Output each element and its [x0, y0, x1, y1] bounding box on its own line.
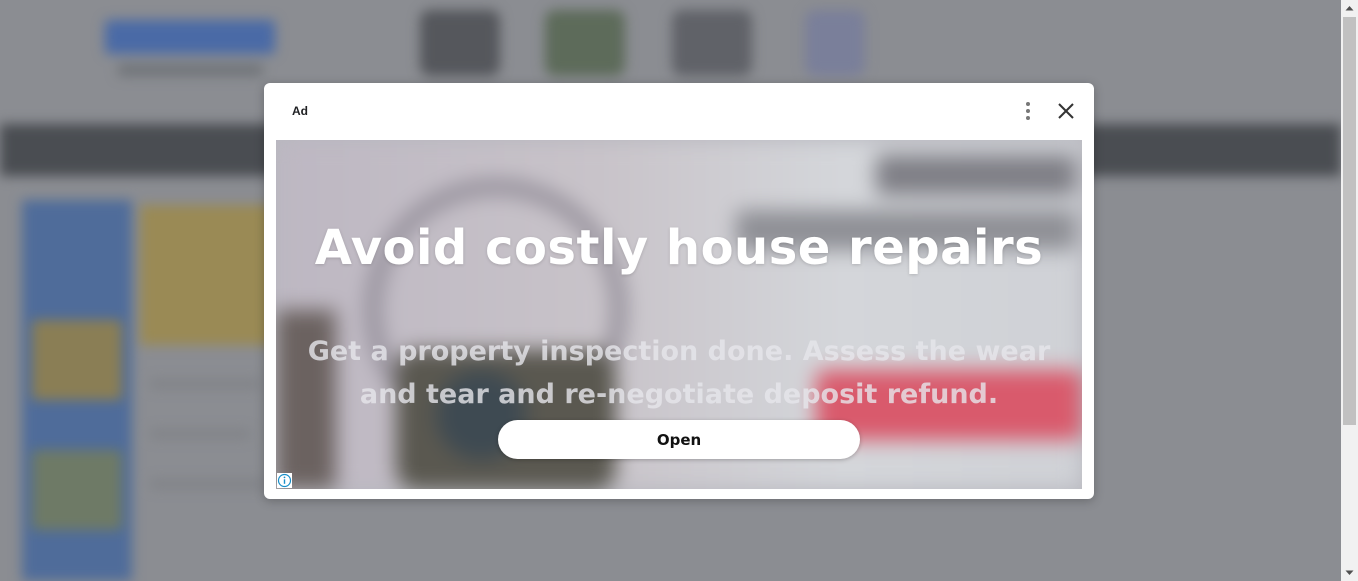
scrollbar-thumb[interactable]	[1343, 17, 1356, 425]
background-logo-subtitle	[118, 64, 263, 76]
close-icon[interactable]	[1053, 98, 1079, 124]
ad-info-icon[interactable]	[277, 473, 292, 488]
ad-body-text: Get a property inspection done. Assess t…	[307, 336, 1051, 410]
open-button[interactable]: Open	[498, 420, 860, 459]
background-text-line	[150, 430, 250, 438]
more-vert-icon[interactable]	[1018, 99, 1038, 123]
background-logo	[105, 20, 275, 54]
scroll-down-arrow-icon[interactable]	[1341, 564, 1358, 581]
ad-label: Ad	[292, 104, 308, 118]
background-nav-icon	[672, 10, 752, 76]
ad-dialog: Ad Avoid costly house repairs Get a prop…	[264, 83, 1094, 499]
page-scrollbar[interactable]	[1341, 0, 1358, 581]
background-text-line	[150, 380, 260, 388]
scroll-up-arrow-icon[interactable]	[1341, 0, 1358, 17]
ad-creative[interactable]: Avoid costly house repairs Get a propert…	[276, 140, 1082, 489]
background-banner	[140, 205, 280, 345]
background-text-line	[150, 480, 265, 488]
background-nav-icon	[420, 10, 500, 76]
background-nav-icon	[805, 10, 865, 76]
background-nav-icon	[545, 10, 625, 76]
background-sidebar	[22, 200, 132, 581]
ad-headline: Avoid costly house repairs	[314, 220, 1044, 276]
